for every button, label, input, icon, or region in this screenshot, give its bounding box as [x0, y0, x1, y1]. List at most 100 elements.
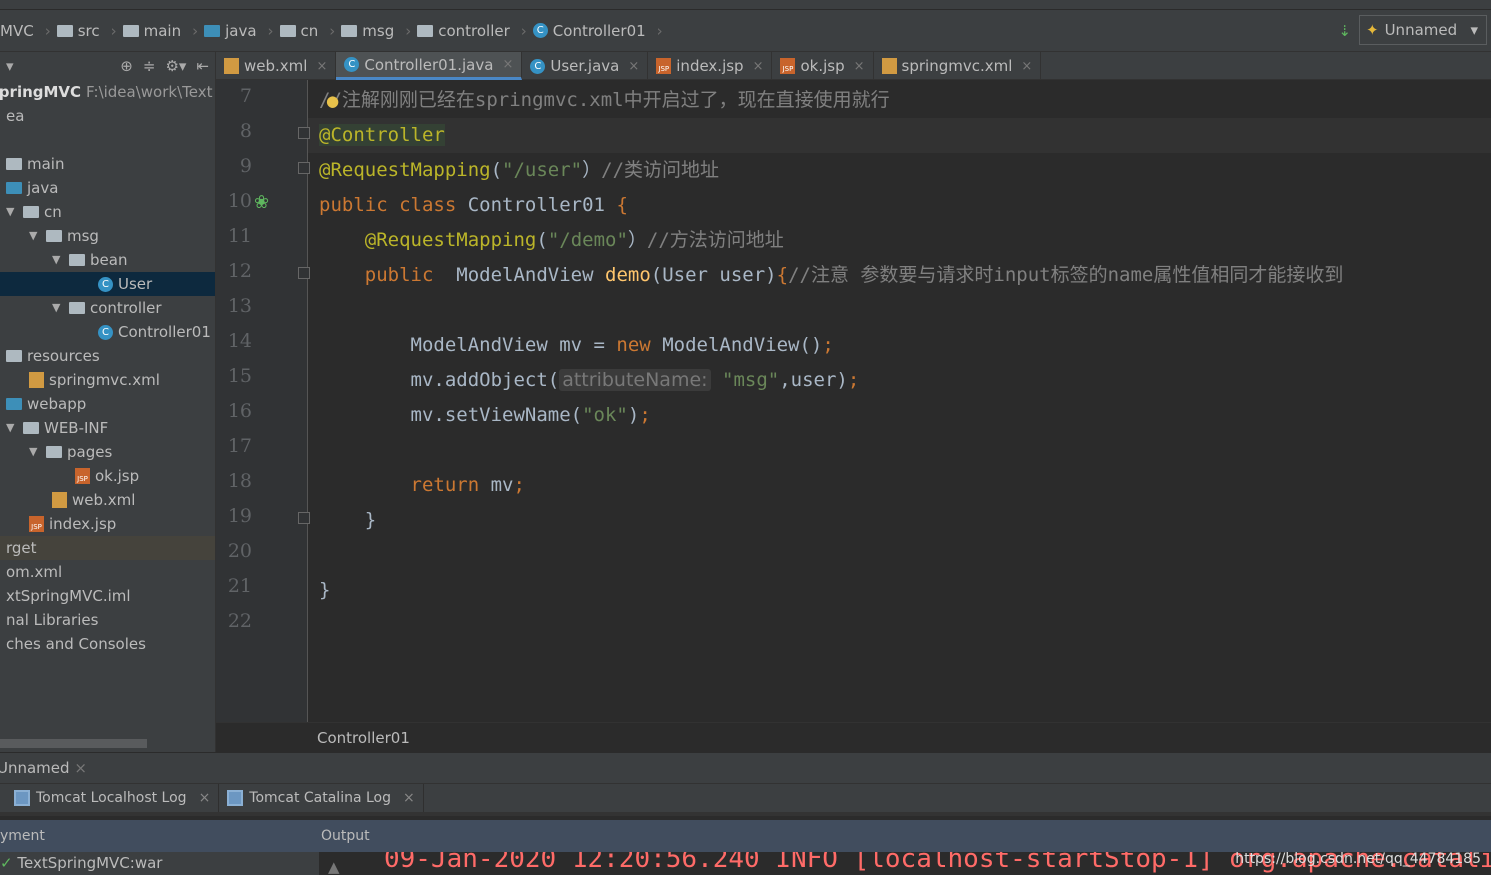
- breadcrumb-item[interactable]: main ›: [122, 22, 198, 40]
- tree-item[interactable]: ea: [0, 104, 215, 128]
- expand-arrow-icon[interactable]: ▼: [6, 416, 18, 440]
- locate-icon[interactable]: ⊕: [120, 57, 133, 75]
- run-tab-bar: Unnamed ×: [0, 752, 1491, 783]
- source-folder-icon: [6, 182, 22, 194]
- run-config-select[interactable]: ✦ Unnamed ▾: [1359, 15, 1487, 45]
- breadcrumb-item[interactable]: MVC ›: [0, 22, 51, 40]
- editor-breadcrumb[interactable]: Controller01: [216, 722, 1491, 752]
- jsp-file-icon: JSP: [75, 468, 90, 484]
- editor-tab[interactable]: C Controller01.java ×: [336, 52, 523, 80]
- xml-file-icon: [29, 372, 44, 388]
- tree-item[interactable]: ▼ WEB-INF: [0, 416, 215, 440]
- tree-item[interactable]: C User: [0, 272, 215, 296]
- gear-icon[interactable]: ⚙▾: [165, 57, 186, 75]
- close-icon[interactable]: ×: [74, 759, 87, 777]
- expand-arrow-icon[interactable]: ▼: [52, 296, 64, 320]
- tree-item[interactable]: ▼ msg: [0, 224, 215, 248]
- close-icon[interactable]: ×: [316, 59, 327, 74]
- close-icon[interactable]: ×: [854, 59, 865, 74]
- code-token: @Controller: [319, 124, 445, 146]
- tree-item[interactable]: om.xml: [0, 560, 215, 584]
- log-tab[interactable]: Tomcat Localhost Log ×: [6, 784, 220, 812]
- expand-arrow-icon[interactable]: ▼: [29, 440, 41, 464]
- code-token: ;: [513, 474, 525, 496]
- folder-icon: [69, 302, 85, 314]
- breadcrumb-item[interactable]: src ›: [56, 22, 117, 40]
- tree-item[interactable]: ches and Consoles: [0, 632, 215, 656]
- line-number: 16: [227, 400, 252, 422]
- code-token: ;: [822, 334, 834, 356]
- code-line: //注解刚刚已经在springmvc.xml中开启过了，现在直接使用就行: [319, 83, 890, 118]
- tree-item[interactable]: ▼ pages: [0, 440, 215, 464]
- code-token: ;: [639, 404, 651, 426]
- breadcrumb-item[interactable]: cn ›: [279, 22, 335, 40]
- tree-item[interactable]: resources: [0, 344, 215, 368]
- close-icon[interactable]: ×: [403, 790, 415, 806]
- lightbulb-icon[interactable]: ●: [326, 92, 339, 110]
- editor-tab[interactable]: JSP ok.jsp ×: [772, 52, 874, 80]
- tree-item[interactable]: java: [0, 176, 215, 200]
- close-icon[interactable]: ×: [502, 57, 513, 72]
- code-token: }: [319, 579, 331, 601]
- expand-arrow-icon[interactable]: ▼: [52, 248, 64, 272]
- collapse-icon[interactable]: ≑: [143, 57, 156, 75]
- run-tab[interactable]: Unnamed ×: [0, 759, 93, 777]
- expand-arrow-icon[interactable]: ▼: [6, 200, 18, 224]
- close-icon[interactable]: ×: [753, 59, 764, 74]
- close-icon[interactable]: ×: [1021, 59, 1032, 74]
- tree-item[interactable]: ▼ bean: [0, 248, 215, 272]
- line-number: 14: [227, 330, 252, 352]
- chevron-right-icon: ›: [520, 21, 527, 40]
- folder-icon: [46, 230, 62, 242]
- code-editor[interactable]: //注解刚刚已经在springmvc.xml中开启过了，现在直接使用就行 @Con…: [308, 80, 1491, 722]
- chevron-down-icon: ▾: [1470, 21, 1478, 39]
- tree-item[interactable]: springmvc.xml: [0, 368, 215, 392]
- breadcrumb-item[interactable]: msg ›: [341, 22, 411, 40]
- check-icon: ✓: [0, 854, 13, 872]
- code-token: public class: [319, 194, 468, 216]
- class-icon: C: [344, 57, 360, 72]
- breadcrumb-item[interactable]: java ›: [204, 22, 274, 40]
- project-root[interactable]: SpringMVC F:\idea\work\Text: [0, 80, 215, 104]
- breadcrumb-item[interactable]: controller ›: [417, 22, 527, 40]
- code-token: ）: [627, 229, 647, 251]
- dropdown-icon[interactable]: ▾: [6, 57, 14, 75]
- log-icon: [14, 790, 30, 806]
- tree-item[interactable]: [0, 128, 215, 152]
- deployment-item[interactable]: ✓ TextSpringMVC:war: [0, 852, 320, 875]
- editor-tab[interactable]: C User.java ×: [522, 52, 649, 80]
- tree-item[interactable]: JSP ok.jsp: [0, 464, 215, 488]
- tree-item[interactable]: web.xml: [0, 488, 215, 512]
- close-icon[interactable]: ×: [199, 790, 211, 806]
- log-tabs: Tomcat Localhost Log × Tomcat Catalina Log…: [0, 783, 1491, 816]
- code-token: Controller01: [467, 194, 617, 216]
- code-token: ): [627, 404, 640, 426]
- sort-icon[interactable]: ⇣: [1338, 22, 1351, 40]
- code-token: ModelAndView(): [662, 334, 823, 356]
- tree-item[interactable]: C Controller01: [0, 320, 215, 344]
- tree-item[interactable]: xtSpringMVC.iml: [0, 584, 215, 608]
- breadcrumb-item[interactable]: C Controller01 ›: [532, 21, 663, 40]
- expand-arrow-icon[interactable]: ▼: [29, 224, 41, 248]
- scroll-up-icon[interactable]: ▲: [328, 858, 340, 875]
- editor-tab[interactable]: JSP index.jsp ×: [648, 52, 773, 80]
- code-token: (: [490, 159, 503, 181]
- close-icon[interactable]: ×: [628, 59, 639, 74]
- code-token: mv.setViewName(: [319, 404, 583, 426]
- line-number: 9: [239, 155, 252, 177]
- folder-icon: [122, 24, 139, 37]
- editor-tab[interactable]: springmvc.xml ×: [874, 52, 1042, 80]
- tree-item[interactable]: webapp: [0, 392, 215, 416]
- tree-item[interactable]: JSP index.jsp: [0, 512, 215, 536]
- horizontal-scrollbar[interactable]: [0, 739, 147, 748]
- tree-item[interactable]: ▼ controller: [0, 296, 215, 320]
- chevron-right-icon: ›: [656, 21, 663, 40]
- tree-item[interactable]: ▼ cn: [0, 200, 215, 224]
- log-tab[interactable]: Tomcat Catalina Log ×: [219, 784, 424, 812]
- tree-item[interactable]: rget: [0, 536, 215, 560]
- tree-item[interactable]: nal Libraries: [0, 608, 215, 632]
- package-icon: [417, 24, 434, 37]
- tree-item[interactable]: main: [0, 152, 215, 176]
- editor-tab[interactable]: web.xml ×: [216, 52, 337, 80]
- hide-icon[interactable]: ⇤: [196, 57, 209, 75]
